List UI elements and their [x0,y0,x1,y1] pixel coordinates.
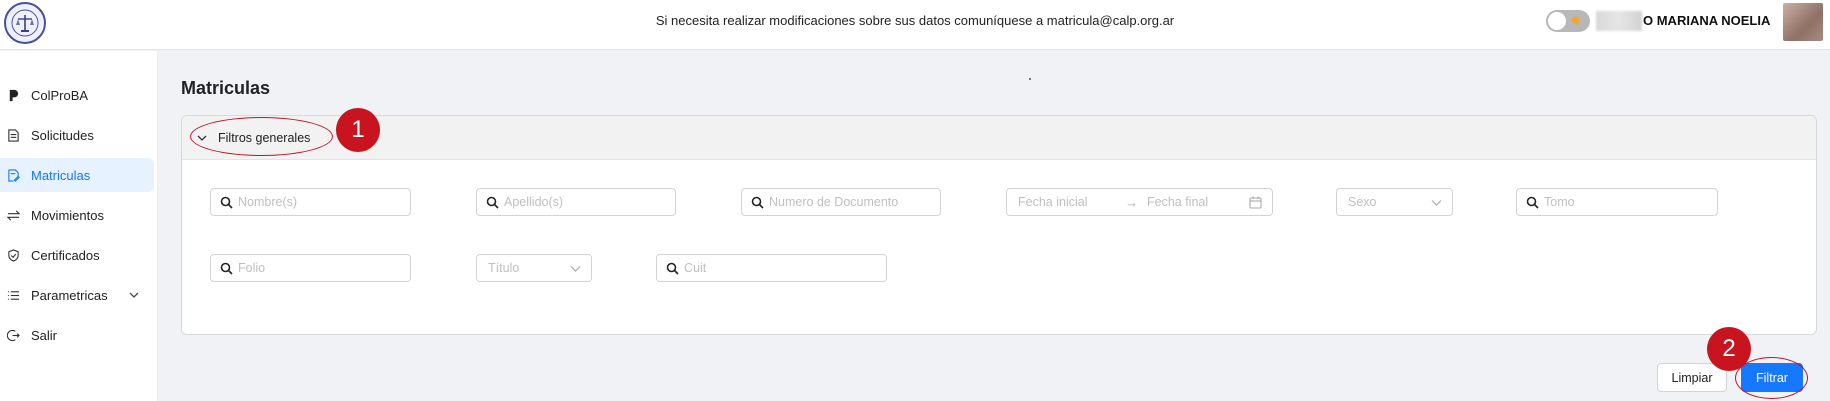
folio-input[interactable] [238,261,410,275]
chevron-down-icon [570,266,581,272]
sidebar-item-colproba[interactable]: ColProBA [0,78,154,112]
list-icon [6,288,20,302]
titulo-select[interactable]: Título [476,254,592,282]
search-icon [486,196,499,209]
cuit-field[interactable] [656,254,887,282]
sidebar-item-label: Salir [31,327,58,343]
toggle-knob [1548,12,1566,30]
search-icon [220,262,233,275]
sidebar-item-label: Movimientos [31,207,104,223]
brand-p-icon [6,88,20,102]
sexo-select[interactable]: Sexo [1336,188,1453,216]
page-title: Matriculas [181,78,271,98]
sidebar-item-movimientos[interactable]: Movimientos [0,198,154,232]
username-redacted [1596,11,1642,31]
search-icon [751,196,764,209]
documento-input[interactable] [769,195,940,209]
documento-field[interactable] [741,188,941,216]
swap-icon [6,208,20,222]
arrow-right-icon: → [1125,195,1138,210]
user-name[interactable]: O MARIANA NOELIA [1643,13,1770,28]
nombre-input[interactable] [238,195,410,209]
titulo-placeholder: Título [488,261,520,275]
sidebar-item-label: Parametricas [31,287,108,303]
avatar[interactable] [1783,3,1823,41]
search-icon [220,196,233,209]
sidebar-item-label: ColProBA [31,87,89,103]
cuit-input[interactable] [684,261,886,275]
annotation-ellipse-1 [190,117,333,156]
tomo-field[interactable] [1516,188,1718,216]
annotation-badge-2: 2 [1707,327,1751,371]
chevron-down-icon [1431,200,1442,206]
sidebar: ColProBA Solicitudes Matriculas Movimien… [0,51,158,401]
sidebar-item-matriculas[interactable]: Matriculas [0,158,154,192]
date-range-picker[interactable]: Fecha inicial → Fecha final [1006,188,1273,216]
search-icon [666,262,679,275]
folio-field[interactable] [210,254,411,282]
sidebar-item-label: Certificados [31,247,100,263]
tomo-input[interactable] [1544,195,1717,209]
calendar-icon [1249,196,1262,209]
sidebar-item-parametricas[interactable]: Parametricas [0,278,154,312]
theme-toggle[interactable]: ✹ [1546,10,1590,32]
nombre-field[interactable] [210,188,411,216]
chevron-down-icon[interactable] [128,289,140,301]
top-header: Si necesita realizar modificaciones sobr… [0,0,1830,50]
annotation-ellipse-2 [1735,357,1808,399]
apellido-field[interactable] [476,188,676,216]
search-icon [1526,196,1539,209]
document-icon [6,128,20,142]
stray-dot [1029,78,1031,80]
apellido-input[interactable] [504,195,675,209]
shield-check-icon [6,248,20,262]
fecha-final-input[interactable]: Fecha final [1147,195,1208,209]
sun-icon: ✹ [1570,13,1581,28]
document-edit-icon [6,168,20,182]
sidebar-item-label: Solicitudes [31,127,94,143]
fecha-inicial-input[interactable]: Fecha inicial [1018,195,1087,209]
sidebar-item-salir[interactable]: Salir [0,318,154,352]
sidebar-item-certificados[interactable]: Certificados [0,238,154,272]
logout-icon [6,328,20,342]
sidebar-item-label: Matriculas [31,167,91,183]
filters-panel-header[interactable]: Filtros generales [182,116,1816,160]
filters-panel: Filtros generales Fecha inicial → Fecha … [181,115,1817,335]
sexo-placeholder: Sexo [1348,195,1377,209]
sidebar-item-solicitudes[interactable]: Solicitudes [0,118,154,152]
annotation-badge-1: 1 [336,108,380,152]
